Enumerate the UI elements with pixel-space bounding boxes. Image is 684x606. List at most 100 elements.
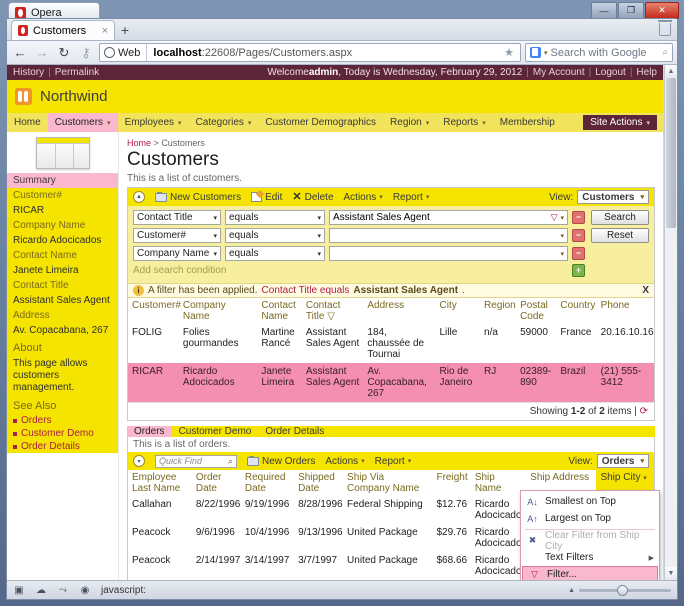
address-bar[interactable]: Web localhost:22608/Pages/Customers.aspx…: [99, 43, 521, 62]
col-region[interactable]: Region: [480, 298, 516, 324]
edit-button[interactable]: Edit: [251, 192, 282, 203]
sidebar-item-order-details[interactable]: Order Details: [7, 440, 118, 453]
col-customer-number[interactable]: Customer#: [128, 298, 181, 324]
page-scrollbar[interactable]: ▲ ▼: [664, 65, 677, 580]
col-address[interactable]: Address: [363, 298, 435, 324]
logout-link[interactable]: Logout: [595, 67, 626, 78]
help-link[interactable]: Help: [636, 67, 657, 78]
orders-collapse-toggle-icon[interactable]: ▾: [133, 455, 145, 467]
delete-button[interactable]: ✕ Delete: [292, 191, 333, 203]
menu-item-text-filters[interactable]: Text Filters ▶: [521, 549, 659, 566]
cloud-icon[interactable]: ☁: [35, 585, 47, 596]
filter-operator-select-1[interactable]: equals ▾: [225, 210, 325, 225]
col-company-name[interactable]: Company Name: [179, 298, 257, 324]
cell-employee-last-name[interactable]: Callahan: [128, 496, 192, 524]
sidebar-item-orders[interactable]: Orders: [7, 414, 118, 427]
search-input[interactable]: Search with Google: [551, 47, 660, 59]
site-actions-button[interactable]: Site Actions ▾: [583, 115, 657, 130]
filter-value-input-1[interactable]: Assistant Sales Agent ▽ ▾: [329, 210, 568, 225]
search-button[interactable]: Search: [591, 210, 649, 225]
close-alert-icon[interactable]: X: [642, 285, 649, 296]
nav-item-home[interactable]: Home: [7, 113, 48, 132]
col-ship-name[interactable]: Ship Name: [471, 470, 526, 496]
collapse-toggle-icon[interactable]: ▲: [133, 191, 145, 203]
breadcrumb-home[interactable]: Home: [127, 138, 151, 148]
remove-condition-button-2[interactable]: −: [572, 229, 585, 242]
cell-employee-last-name[interactable]: Peacock: [128, 552, 192, 580]
search-icon[interactable]: ⌕: [228, 456, 233, 467]
menu-item-filter[interactable]: ▽ Filter...: [522, 566, 658, 580]
col-city[interactable]: City: [436, 298, 481, 324]
col-employee-last-name[interactable]: Employee Last Name: [128, 470, 192, 496]
zoom-up-icon[interactable]: ▲: [568, 587, 575, 594]
panel-icon[interactable]: ▣: [13, 585, 25, 596]
my-account-link[interactable]: My Account: [533, 67, 585, 78]
chevron-down-icon[interactable]: ▾: [643, 475, 647, 482]
tab-customer-demo[interactable]: Customer Demo: [172, 426, 259, 437]
close-button[interactable]: ✕: [645, 2, 679, 19]
reload-icon[interactable]: ↻: [55, 44, 73, 62]
add-condition-button[interactable]: +: [572, 264, 585, 277]
close-tab-icon[interactable]: ×: [100, 25, 110, 37]
col-contact-name[interactable]: Contact Name: [257, 298, 302, 324]
alert-filter-link[interactable]: Contact Title equals: [262, 285, 350, 296]
cell-customer-number[interactable]: RICAR: [128, 363, 179, 402]
share-icon[interactable]: ⤳: [57, 585, 69, 596]
filter-operator-select-3[interactable]: equals ▾: [225, 246, 325, 261]
minimize-button[interactable]: —: [591, 2, 617, 19]
table-row[interactable]: FOLIG Folies gourmandes Martine Rancé As…: [128, 324, 654, 363]
orders-report-menu-button[interactable]: Report ▾: [375, 456, 412, 467]
menu-item-largest-on-top[interactable]: A↑ Largest on Top: [521, 510, 659, 527]
filter-value-input-3[interactable]: ▾: [329, 246, 568, 261]
chevron-down-icon[interactable]: ▾: [544, 49, 548, 57]
scroll-up-button[interactable]: ▲: [665, 65, 677, 78]
col-freight[interactable]: Freight: [432, 470, 470, 496]
col-shipped-date[interactable]: Shipped Date: [294, 470, 343, 496]
cell-employee-last-name[interactable]: Peacock: [128, 524, 192, 552]
view-select-customers[interactable]: Customers ▾: [577, 190, 649, 204]
new-orders-button[interactable]: New Orders: [247, 455, 315, 467]
tab-orders[interactable]: Orders: [127, 426, 172, 437]
col-ship-via-company-name[interactable]: Ship Via Company Name: [343, 470, 432, 496]
col-order-date[interactable]: Order Date: [192, 470, 241, 496]
report-menu-button[interactable]: Report ▾: [393, 192, 430, 203]
col-country[interactable]: Country: [556, 298, 596, 324]
browser-search-box[interactable]: ▾ Search with Google ⌕: [525, 43, 673, 62]
scrollbar-track[interactable]: [665, 78, 677, 567]
sidebar-item-customer-demo[interactable]: Customer Demo: [7, 427, 118, 440]
nav-item-categories[interactable]: Categories ▾: [189, 113, 259, 132]
menu-item-smallest-on-top[interactable]: A↓ Smallest on Top: [521, 493, 659, 510]
filter-operator-select-2[interactable]: equals ▾: [225, 228, 325, 243]
nav-item-membership[interactable]: Membership: [493, 113, 562, 132]
cell-customer-number[interactable]: FOLIG: [128, 324, 179, 363]
col-required-date[interactable]: Required Date: [241, 470, 294, 496]
nav-item-customer-demographics[interactable]: Customer Demographics: [258, 113, 383, 132]
history-link[interactable]: History: [13, 67, 44, 78]
trash-icon[interactable]: [658, 20, 672, 36]
forward-icon[interactable]: →: [33, 44, 51, 62]
col-phone[interactable]: Phone: [597, 298, 654, 324]
view-select-orders[interactable]: Orders ▾: [596, 454, 649, 468]
back-icon[interactable]: ←: [11, 44, 29, 62]
remove-condition-button-3[interactable]: −: [572, 247, 585, 260]
clear-filter-icon[interactable]: ▽: [551, 212, 558, 223]
key-icon[interactable]: ⚷: [77, 44, 95, 62]
scrollbar-thumb[interactable]: [666, 78, 676, 228]
filter-field-select-2[interactable]: Customer# ▾: [133, 228, 221, 243]
orders-actions-menu-button[interactable]: Actions ▾: [325, 456, 364, 467]
permalink-link[interactable]: Permalink: [55, 67, 99, 78]
tab-order-details[interactable]: Order Details: [258, 426, 331, 437]
nav-item-reports[interactable]: Reports ▾: [436, 113, 493, 132]
remove-condition-button-1[interactable]: −: [572, 211, 585, 224]
new-tab-button[interactable]: +: [115, 20, 135, 40]
nav-item-region[interactable]: Region ▾: [383, 113, 436, 132]
bookmark-star-icon[interactable]: ★: [498, 46, 520, 59]
maximize-button[interactable]: ❐: [618, 2, 644, 19]
zoom-slider-knob[interactable]: [617, 584, 628, 596]
browser-tab-customers[interactable]: Customers ×: [11, 20, 115, 40]
refresh-icon[interactable]: ⟳: [640, 406, 648, 417]
filter-field-select-1[interactable]: Contact Title ▾: [133, 210, 221, 225]
nav-item-employees[interactable]: Employees ▾: [118, 113, 189, 132]
actions-menu-button[interactable]: Actions ▾: [344, 192, 383, 203]
nav-item-customers[interactable]: Customers ▾: [47, 113, 118, 132]
